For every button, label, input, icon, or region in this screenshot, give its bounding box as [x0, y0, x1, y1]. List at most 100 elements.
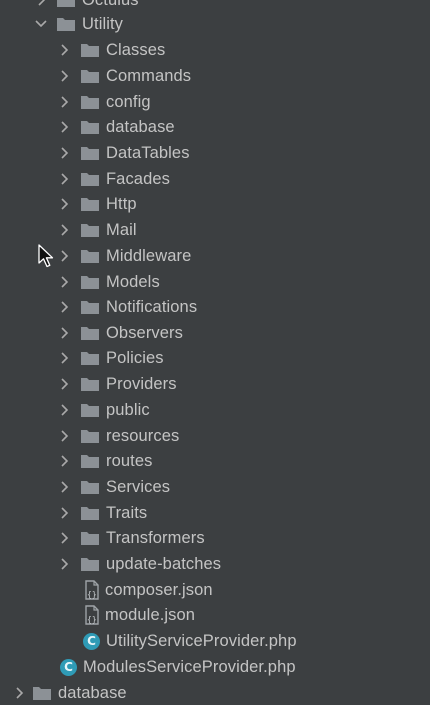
chevron-right-icon[interactable]	[57, 557, 71, 571]
tree-item-label: database	[58, 683, 127, 702]
folder-icon	[80, 453, 100, 469]
tree-item-label: Providers	[106, 374, 177, 393]
chevron-right-icon[interactable]	[57, 172, 71, 186]
folder-icon	[56, 16, 76, 32]
tree-item-folder[interactable]: Traits	[0, 501, 430, 525]
tree-item-label: UtilityServiceProvider.php	[106, 631, 297, 650]
tree-item-label: update-batches	[106, 554, 222, 573]
svg-text:{}: {}	[87, 615, 97, 624]
tree-item-folder[interactable]: Models	[0, 270, 430, 294]
tree-item-label: Middleware	[106, 246, 192, 265]
tree-item-folder[interactable]: Http	[0, 192, 430, 216]
folder-icon	[80, 196, 100, 212]
chevron-down-icon[interactable]	[34, 17, 48, 31]
tree-item-file[interactable]: {} composer.json	[0, 578, 430, 602]
folder-icon	[80, 222, 100, 238]
tree-item-folder[interactable]: Policies	[0, 346, 430, 370]
folder-icon	[80, 274, 100, 290]
tree-item-label: config	[106, 92, 151, 111]
chevron-right-icon[interactable]	[57, 223, 71, 237]
svg-text:{}: {}	[87, 590, 97, 599]
chevron-right-icon[interactable]	[57, 403, 71, 417]
chevron-right-icon[interactable]	[57, 275, 71, 289]
chevron-right-icon[interactable]	[57, 531, 71, 545]
tree-item-label: Notifications	[106, 297, 198, 316]
folder-icon	[80, 556, 100, 572]
folder-icon	[80, 479, 100, 495]
chevron-right-icon[interactable]	[57, 506, 71, 520]
folder-icon	[80, 248, 100, 264]
folder-icon	[80, 402, 100, 418]
tree-item-class-file[interactable]: C UtilityServiceProvider.php	[0, 629, 430, 653]
tree-item-folder[interactable]: Transformers	[0, 526, 430, 550]
tree-item-utility[interactable]: Utility	[0, 12, 430, 36]
tree-item-folder[interactable]: config	[0, 90, 430, 114]
tree-item-octulus[interactable]: Octulus	[0, 0, 430, 12]
folder-icon	[80, 530, 100, 546]
chevron-right-icon[interactable]	[57, 120, 71, 134]
tree-item-folder[interactable]: routes	[0, 449, 430, 473]
chevron-right-icon[interactable]	[12, 686, 26, 700]
tree-item-folder[interactable]: resources	[0, 424, 430, 448]
tree-item-label: Policies	[106, 348, 164, 367]
tree-item-folder[interactable]: Services	[0, 475, 430, 499]
folder-icon	[80, 350, 100, 366]
tree-item-label: Utility	[82, 14, 124, 33]
folder-icon	[80, 299, 100, 315]
tree-item-folder[interactable]: database	[0, 115, 430, 139]
tree-item-database-root[interactable]: database	[0, 681, 430, 705]
tree-item-folder[interactable]: Mail	[0, 218, 430, 242]
chevron-right-icon[interactable]	[57, 146, 71, 160]
tree-item-label: module.json	[105, 605, 196, 624]
chevron-right-icon[interactable]	[57, 249, 71, 263]
chevron-right-icon[interactable]	[57, 43, 71, 57]
php-class-icon: C	[83, 632, 100, 650]
chevron-right-icon[interactable]	[57, 480, 71, 494]
chevron-right-icon[interactable]	[57, 429, 71, 443]
chevron-right-icon[interactable]	[57, 69, 71, 83]
tree-item-label: resources	[106, 426, 180, 445]
tree-item-label: Http	[106, 194, 137, 213]
chevron-right-icon[interactable]	[34, 0, 48, 7]
tree-item-folder[interactable]: Providers	[0, 372, 430, 396]
folder-icon	[80, 376, 100, 392]
chevron-right-icon[interactable]	[57, 377, 71, 391]
tree-item-label: Transformers	[106, 528, 205, 547]
tree-item-label: database	[106, 117, 175, 136]
tree-item-label: DataTables	[106, 143, 190, 162]
tree-item-label: Traits	[106, 503, 148, 522]
folder-icon	[80, 325, 100, 341]
tree-item-folder[interactable]: Observers	[0, 321, 430, 345]
tree-item-class-file[interactable]: C ModulesServiceProvider.php	[0, 655, 430, 679]
tree-item-folder[interactable]: update-batches	[0, 552, 430, 576]
folder-icon	[80, 68, 100, 84]
tree-item-folder[interactable]: Commands	[0, 64, 430, 88]
folder-icon	[80, 505, 100, 521]
tree-item-file[interactable]: {} module.json	[0, 603, 430, 627]
php-class-icon: C	[60, 658, 77, 676]
tree-item-label: composer.json	[105, 580, 213, 599]
chevron-right-icon[interactable]	[57, 197, 71, 211]
folder-icon	[32, 685, 52, 701]
tree-item-folder[interactable]: public	[0, 398, 430, 422]
chevron-right-icon[interactable]	[57, 326, 71, 340]
tree-item-folder[interactable]: DataTables	[0, 141, 430, 165]
folder-icon	[80, 171, 100, 187]
tree-item-label: Services	[106, 477, 171, 496]
chevron-right-icon[interactable]	[57, 95, 71, 109]
chevron-right-icon[interactable]	[57, 454, 71, 468]
folder-icon	[80, 119, 100, 135]
tree-item-label: Observers	[106, 323, 184, 342]
tree-item-folder[interactable]: Notifications	[0, 295, 430, 319]
tree-item-label: Models	[106, 272, 160, 291]
chevron-right-icon[interactable]	[57, 300, 71, 314]
mouse-pointer-icon	[38, 244, 54, 268]
tree-item-label: Facades	[106, 169, 170, 188]
json-file-icon: {}	[83, 580, 101, 600]
tree-item-folder[interactable]: Middleware	[0, 244, 430, 268]
tree-item-folder[interactable]: Facades	[0, 167, 430, 191]
chevron-right-icon[interactable]	[57, 351, 71, 365]
tree-item-label: Mail	[106, 220, 137, 239]
json-file-icon: {}	[83, 605, 101, 625]
tree-item-folder[interactable]: Classes	[0, 38, 430, 62]
